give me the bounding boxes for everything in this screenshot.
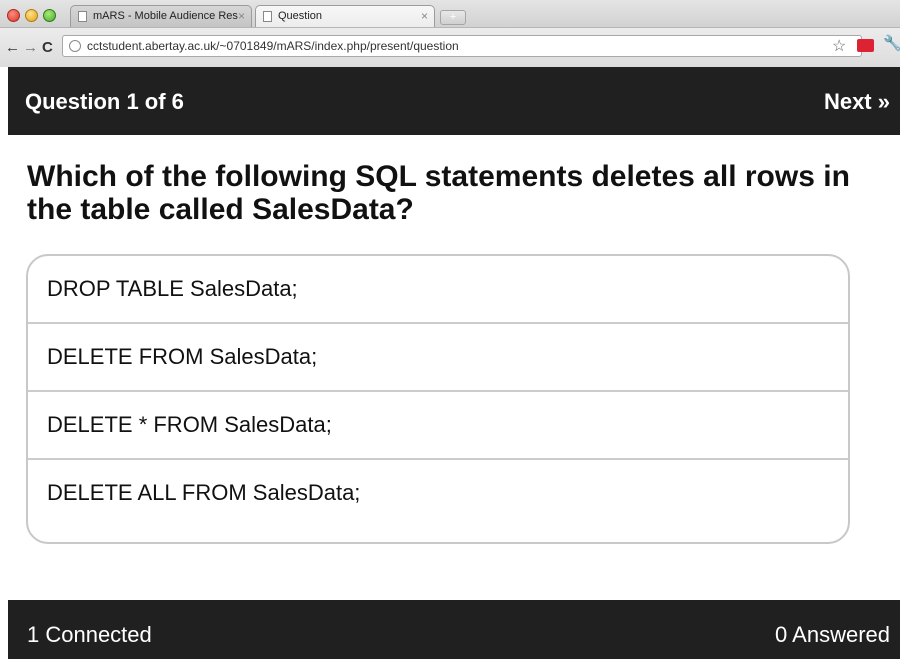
wrench-icon[interactable]: 🔧 bbox=[883, 34, 900, 52]
browser-toolbar: ← → C cctstudent.abertay.ac.uk/~0701849/… bbox=[0, 27, 900, 67]
connected-count: 1 Connected bbox=[27, 622, 152, 647]
answer-option[interactable]: DELETE FROM SalesData; bbox=[28, 324, 848, 392]
tab-title: mARS - Mobile Audience Res bbox=[93, 10, 238, 22]
answer-option[interactable]: DELETE ALL FROM SalesData; bbox=[28, 460, 848, 528]
tab-close-icon[interactable]: × bbox=[421, 9, 428, 23]
answer-options-list: DROP TABLE SalesData; DELETE FROM SalesD… bbox=[26, 254, 850, 544]
tab-title: Question bbox=[278, 10, 323, 22]
app-header: Question 1 of 6 Next » bbox=[8, 67, 900, 135]
reload-icon[interactable]: C bbox=[42, 39, 53, 56]
app-footer: 1 Connected 0 Answered bbox=[8, 600, 900, 659]
answered-count: 0 Answered bbox=[775, 622, 890, 647]
tab-close-icon[interactable]: × bbox=[238, 9, 245, 23]
minimize-window-button[interactable] bbox=[25, 9, 38, 22]
close-window-button[interactable] bbox=[7, 9, 20, 22]
zoom-window-button[interactable] bbox=[43, 9, 56, 22]
page-icon bbox=[78, 11, 87, 22]
address-bar[interactable]: cctstudent.abertay.ac.uk/~0701849/mARS/i… bbox=[62, 35, 862, 57]
next-button[interactable]: Next » bbox=[824, 89, 890, 115]
gmail-icon[interactable] bbox=[857, 39, 874, 52]
answer-option[interactable]: DROP TABLE SalesData; bbox=[28, 256, 848, 324]
answer-option[interactable]: DELETE * FROM SalesData; bbox=[28, 392, 848, 460]
new-tab-button[interactable]: + bbox=[440, 10, 466, 25]
browser-tab-mars[interactable]: mARS - Mobile Audience Res × bbox=[70, 5, 252, 27]
question-text: Which of the following SQL statements de… bbox=[27, 160, 850, 226]
back-arrow-icon[interactable]: ← bbox=[5, 39, 20, 56]
url-text[interactable]: cctstudent.abertay.ac.uk/~0701849/mARS/i… bbox=[87, 39, 459, 53]
bookmark-star-icon[interactable]: ☆ bbox=[832, 36, 846, 56]
browser-tab-question[interactable]: Question × bbox=[255, 5, 435, 28]
globe-icon bbox=[69, 40, 81, 52]
question-counter: Question 1 of 6 bbox=[25, 89, 184, 114]
forward-arrow-icon[interactable]: → bbox=[23, 39, 38, 56]
page-icon bbox=[263, 11, 272, 22]
